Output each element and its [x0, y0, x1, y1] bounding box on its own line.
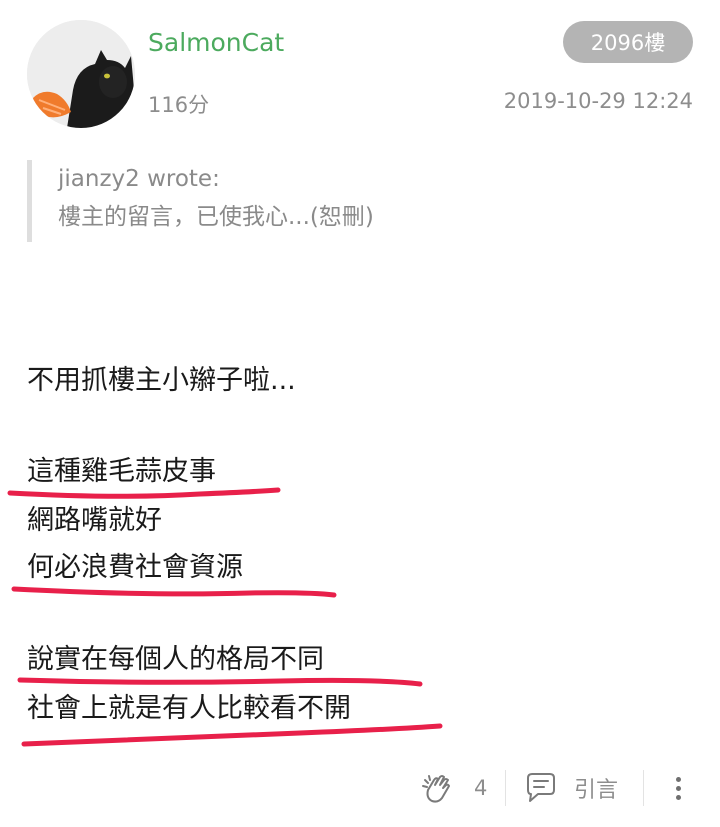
underline-stroke: [21, 723, 443, 747]
body-line: 網路嘴就好: [27, 505, 162, 536]
quoted-reply: jianzy2 wrote: 樓主的留言，已使我心...(恕刪): [27, 160, 487, 242]
action-divider: [505, 770, 506, 806]
post-actions-bar: 4 引言: [0, 760, 720, 816]
post-card: SalmonCat 116分 2096樓 2019-10-29 12:24 ji…: [0, 0, 720, 827]
body-line: 這種雞毛蒜皮事: [27, 456, 216, 487]
username-link[interactable]: SalmonCat: [148, 28, 284, 57]
action-divider: [643, 770, 644, 806]
more-vertical-icon: [675, 785, 681, 791]
quote-reply-button[interactable]: 引言: [522, 766, 618, 810]
quote-text: 樓主的留言，已使我心...(恕刪): [58, 204, 374, 230]
body-line: 說實在每個人的格局不同: [27, 644, 324, 675]
post-timestamp: 2019-10-29 12:24: [503, 89, 693, 113]
more-options-button[interactable]: [664, 766, 692, 810]
body-line: 何必浪費社會資源: [27, 552, 243, 583]
body-line: 不用抓樓主小辮子啦...: [27, 365, 296, 396]
quote-author: jianzy2 wrote:: [58, 166, 220, 192]
avatar[interactable]: [27, 20, 135, 128]
quote-button-label: 引言: [574, 778, 619, 803]
floor-badge[interactable]: 2096樓: [563, 21, 693, 63]
like-count: 4: [474, 776, 488, 800]
clap-icon: [422, 775, 450, 803]
user-score: 116分: [148, 93, 210, 117]
underline-stroke: [7, 487, 281, 499]
more-vertical-icon: [675, 794, 681, 800]
underline-stroke: [17, 677, 423, 687]
quote-bubble-icon: [527, 773, 555, 802]
avatar-cat-image: [27, 20, 135, 128]
body-line: 社會上就是有人比較看不開: [27, 693, 351, 724]
more-vertical-icon: [675, 776, 681, 782]
like-button[interactable]: 4: [420, 766, 487, 810]
underline-stroke: [11, 586, 337, 598]
